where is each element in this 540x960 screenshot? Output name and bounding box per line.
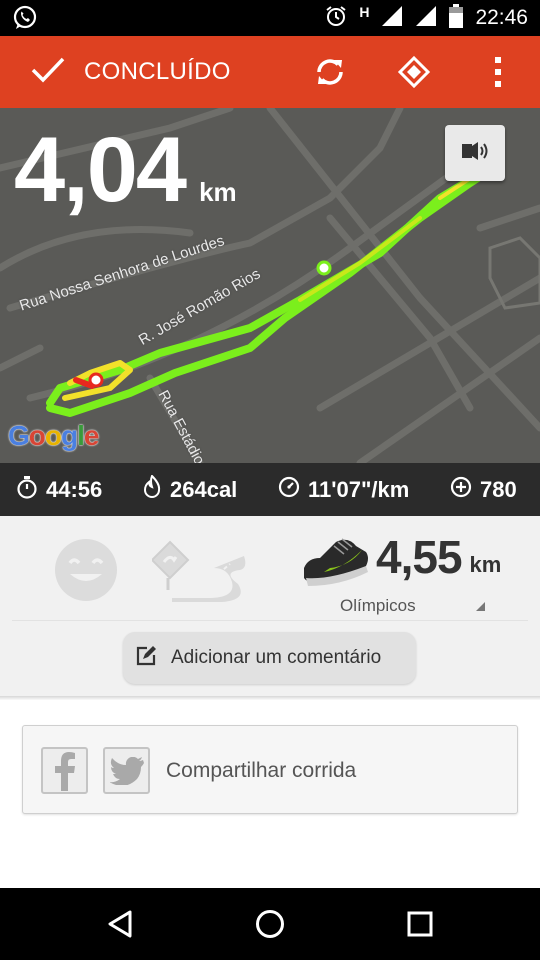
tag-icon[interactable] [396,54,432,90]
duration-value: 44:56 [46,476,103,502]
shoe-distance: 4,55 km [376,532,501,582]
share-run-card[interactable]: Compartilhar corrida [22,725,518,814]
speaker-icon [460,140,490,167]
done-button[interactable]: CONCLUÍDO [30,36,231,108]
run-stats-bar: 44:56 264cal 11'07"/km 780 [0,463,540,516]
calories-stat: 264cal [142,463,237,516]
back-icon[interactable] [100,906,140,942]
audio-feedback-button[interactable] [445,125,505,181]
divider [12,620,528,621]
flame-icon [142,473,162,505]
twitter-icon[interactable] [103,747,150,794]
network-type-label: H [359,4,370,20]
whatsapp-icon [12,5,38,36]
stopwatch-icon [16,475,38,505]
app-bar: CONCLUÍDO [0,36,540,108]
system-nav-bar [0,888,540,960]
distance-unit: km [199,177,237,207]
pace-gauge-icon [278,476,300,504]
edit-note-icon [135,645,157,672]
add-comment-button[interactable]: Adicionar um comentário [123,632,416,684]
pace-stat: 11'07"/km [278,463,409,516]
dropdown-caret-icon[interactable] [476,602,485,611]
shoe-icon[interactable] [300,528,372,593]
shoe-selector[interactable]: Olímpicos [340,596,416,616]
facebook-icon[interactable] [41,747,88,794]
shoe-distance-unit: km [469,552,502,577]
pace-value: 11'07"/km [308,476,410,502]
shoe-distance-value: 4,55 [376,531,463,583]
clock: 22:46 [475,6,528,29]
duration-stat: 44:56 [16,463,102,516]
sync-icon[interactable] [312,54,348,90]
run-details: 4,55 km Olímpicos Adicionar um comentári… [0,516,540,696]
signal-icon [381,5,403,32]
done-label: CONCLUÍDO [84,58,231,85]
calories-value: 264cal [170,476,238,502]
share-run-label: Compartilhar corrida [166,758,357,782]
mood-smiley-icon[interactable] [54,538,118,602]
fuel-value: 780 [480,476,517,502]
alarm-icon [325,5,347,32]
check-icon [30,56,66,89]
route-map[interactable]: 4,04 km Rua Nossa Senhora de Lourdes R. … [0,108,540,463]
distance-value: 4,04 [14,119,187,221]
details-shadow [0,696,540,700]
status-icons: H 22:46 [325,0,528,36]
google-attribution: Google [8,420,99,451]
total-distance: 4,04 km [14,119,237,221]
signal-icon-2 [415,5,437,32]
home-icon[interactable] [250,906,290,942]
overflow-menu-icon[interactable] [480,54,516,90]
status-bar: H 22:46 [0,0,540,36]
battery-icon [449,3,464,33]
fuel-stat: 780 [450,463,517,516]
add-comment-label: Adicionar um comentário [171,647,382,668]
recents-icon[interactable] [400,906,440,942]
terrain-road-icon[interactable] [150,540,252,607]
screen: H 22:46 CONCLUÍDO 4,04 km Rua Nossa Senh… [0,0,540,960]
nikefuel-icon [450,476,472,504]
